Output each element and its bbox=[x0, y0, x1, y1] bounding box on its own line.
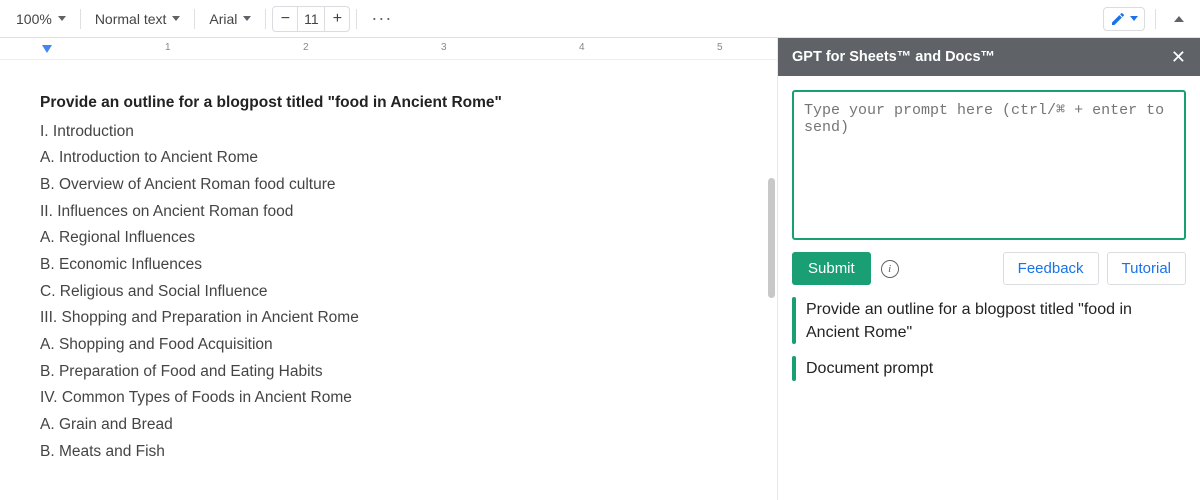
separator bbox=[356, 9, 357, 29]
separator bbox=[1155, 9, 1156, 29]
font-size-value[interactable]: 11 bbox=[297, 7, 325, 31]
scrollbar-thumb[interactable] bbox=[768, 178, 775, 298]
pencil-icon bbox=[1110, 11, 1126, 27]
history-text: Document prompt bbox=[806, 356, 933, 380]
separator bbox=[194, 9, 195, 29]
more-options-button[interactable]: ··· bbox=[363, 4, 400, 33]
ruler-mark: 1 bbox=[165, 42, 171, 53]
history-accent-bar bbox=[792, 356, 796, 380]
sidebar-panel: GPT for Sheets™ and Docs™ ✕ Submit i Fee… bbox=[777, 38, 1200, 500]
document-line: IV. Common Types of Foods in Ancient Rom… bbox=[40, 385, 737, 412]
separator bbox=[265, 9, 266, 29]
history-accent-bar bbox=[792, 297, 796, 344]
document-line: II. Influences on Ancient Roman food bbox=[40, 199, 737, 226]
chevron-up-icon bbox=[1174, 16, 1184, 22]
prompt-input[interactable] bbox=[792, 90, 1186, 240]
caret-down-icon bbox=[243, 16, 251, 21]
zoom-select[interactable]: 100% bbox=[8, 7, 74, 31]
separator bbox=[80, 9, 81, 29]
ruler-numbers: 1 2 3 4 5 bbox=[0, 42, 777, 56]
paragraph-style-select[interactable]: Normal text bbox=[87, 7, 189, 31]
document-line: III. Shopping and Preparation in Ancient… bbox=[40, 305, 737, 332]
document-line: B. Overview of Ancient Roman food cultur… bbox=[40, 172, 737, 199]
history-text: Provide an outline for a blogpost titled… bbox=[806, 297, 1186, 344]
style-value: Normal text bbox=[95, 11, 167, 27]
document-line: I. Introduction bbox=[40, 119, 737, 146]
document-line: A. Shopping and Food Acquisition bbox=[40, 332, 737, 359]
document-area: 1 2 3 4 5 Provide an outline for a blogp… bbox=[0, 38, 777, 500]
sidebar-body: Submit i Feedback Tutorial Provide an ou… bbox=[778, 76, 1200, 395]
caret-down-icon bbox=[58, 16, 66, 21]
document-line: A. Grain and Bread bbox=[40, 412, 737, 439]
history-item[interactable]: Provide an outline for a blogpost titled… bbox=[792, 297, 1186, 344]
toolbar: 100% Normal text Arial − 11 + ··· bbox=[0, 0, 1200, 38]
sidebar-title: GPT for Sheets™ and Docs™ bbox=[792, 49, 995, 65]
document-content[interactable]: Provide an outline for a blogpost titled… bbox=[0, 60, 777, 500]
ruler-mark: 5 bbox=[717, 42, 723, 53]
document-line: A. Regional Influences bbox=[40, 225, 737, 252]
history-item[interactable]: Document prompt bbox=[792, 356, 1186, 380]
ruler-mark: 2 bbox=[303, 42, 309, 53]
document-line: A. Introduction to Ancient Rome bbox=[40, 145, 737, 172]
toolbar-right bbox=[1103, 7, 1192, 31]
sidebar-header: GPT for Sheets™ and Docs™ ✕ bbox=[778, 38, 1200, 76]
submit-button[interactable]: Submit bbox=[792, 252, 871, 285]
main: 1 2 3 4 5 Provide an outline for a blogp… bbox=[0, 38, 1200, 500]
document-title-line: Provide an outline for a blogpost titled… bbox=[40, 90, 737, 117]
zoom-value: 100% bbox=[16, 11, 52, 27]
editing-mode-button[interactable] bbox=[1103, 7, 1145, 31]
ruler[interactable]: 1 2 3 4 5 bbox=[0, 38, 777, 60]
caret-down-icon bbox=[172, 16, 180, 21]
document-line: C. Religious and Social Influence bbox=[40, 279, 737, 306]
button-row: Submit i Feedback Tutorial bbox=[792, 252, 1186, 285]
ruler-mark: 4 bbox=[579, 42, 585, 53]
font-value: Arial bbox=[209, 11, 237, 27]
caret-down-icon bbox=[1130, 16, 1138, 21]
collapse-panel-button[interactable] bbox=[1166, 10, 1192, 28]
document-line: B. Economic Influences bbox=[40, 252, 737, 279]
font-size-increase[interactable]: + bbox=[325, 7, 349, 31]
font-size-stepper: − 11 + bbox=[272, 6, 350, 32]
font-size-decrease[interactable]: − bbox=[273, 7, 297, 31]
document-line: B. Preparation of Food and Eating Habits bbox=[40, 359, 737, 386]
ruler-mark: 3 bbox=[441, 42, 447, 53]
close-icon[interactable]: ✕ bbox=[1171, 47, 1186, 68]
font-select[interactable]: Arial bbox=[201, 7, 259, 31]
feedback-button[interactable]: Feedback bbox=[1003, 252, 1099, 285]
info-icon[interactable]: i bbox=[881, 260, 899, 278]
tutorial-button[interactable]: Tutorial bbox=[1107, 252, 1186, 285]
document-line: B. Meats and Fish bbox=[40, 439, 737, 466]
